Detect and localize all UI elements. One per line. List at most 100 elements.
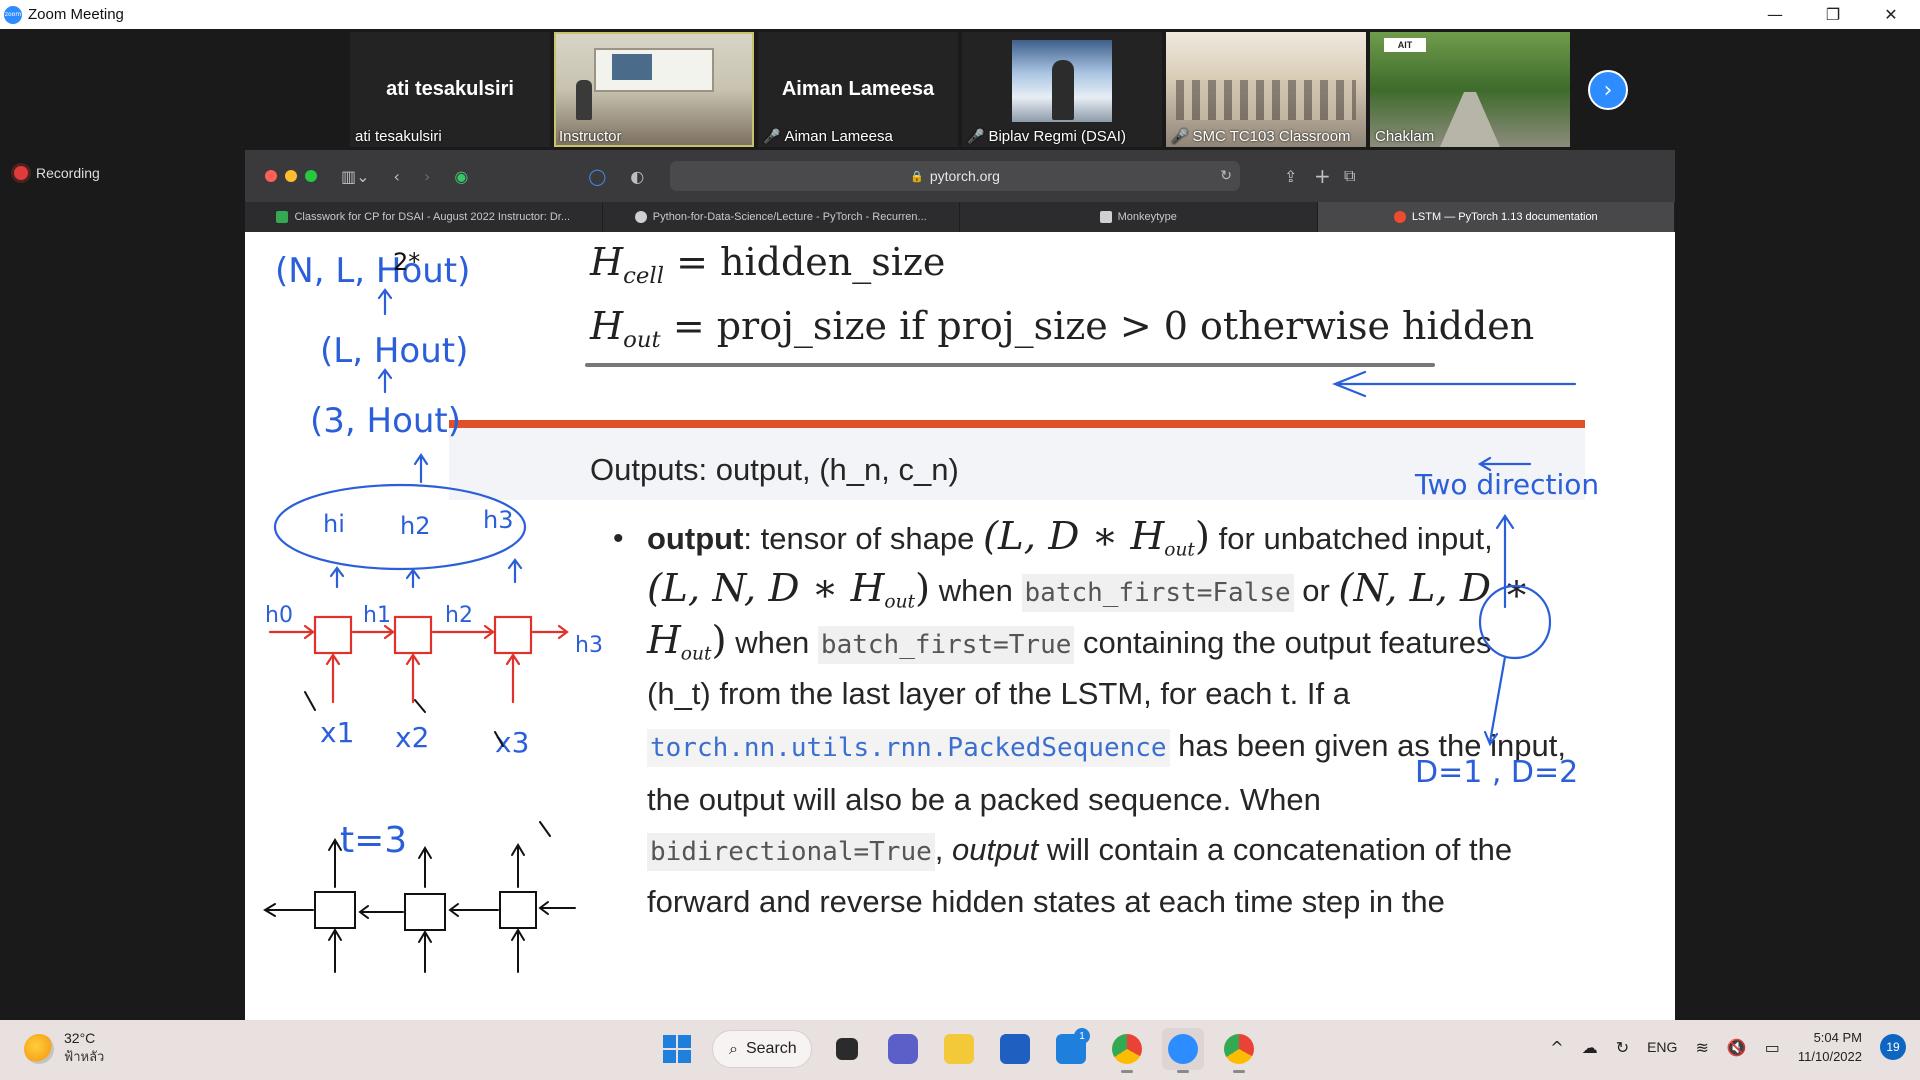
reload-icon[interactable]: ↻	[1220, 168, 1232, 184]
clock-date: 11/10/2022	[1797, 1049, 1862, 1064]
shield-icon[interactable]: ◐	[630, 167, 644, 186]
classroom-icon	[276, 211, 289, 223]
weather-widget[interactable]: 32°C ฟ้าหลัว	[24, 1030, 104, 1067]
tab-overview-icon[interactable]: ⧉	[1344, 166, 1355, 186]
onedrive-icon[interactable]: ☁	[1582, 1038, 1598, 1057]
volume-muted-icon[interactable]: 🔇	[1727, 1038, 1747, 1057]
language-indicator[interactable]: ENG	[1647, 1039, 1677, 1055]
taskbar-apps: ⌕ Search 1	[656, 1028, 1260, 1073]
taskbar-search[interactable]: ⌕ Search	[712, 1030, 812, 1068]
ink-h-label: hi	[323, 510, 345, 538]
zoom-logo-icon: zoom	[4, 5, 22, 24]
ink-h1: h1	[363, 603, 391, 628]
ink-h-label: h2	[400, 512, 430, 540]
search-label: Search	[745, 1040, 797, 1057]
browser-tab-bar: Classwork for CP for DSAI - August 2022 …	[245, 202, 1675, 232]
lock-icon: 🔒	[910, 169, 924, 183]
minimize-button[interactable]: —	[1746, 0, 1804, 29]
share-icon[interactable]: ⇪	[1284, 167, 1297, 186]
address-bar[interactable]: 🔒 pytorch.org ↻	[670, 161, 1240, 191]
mail-badge: 1	[1074, 1028, 1090, 1044]
browser-tab[interactable]: Monkeytype	[960, 202, 1318, 232]
new-tab-icon[interactable]: +	[1314, 164, 1331, 188]
windows-logo-icon	[663, 1035, 691, 1063]
mail-button[interactable]: 1	[1050, 1028, 1092, 1070]
url-text: pytorch.org	[929, 168, 1000, 184]
participant-tile[interactable]: ati tesakulsiri ati tesakulsiri	[350, 32, 550, 147]
start-button[interactable]	[656, 1028, 698, 1070]
close-button[interactable]: ✕	[1862, 0, 1920, 29]
participant-name-text: ati tesakulsiri	[355, 128, 442, 145]
video-person	[1052, 60, 1074, 120]
participant-name: Instructor	[559, 128, 622, 145]
ink-h0: h0	[265, 603, 293, 628]
ink-h2: h2	[445, 603, 473, 628]
zoom-dot-icon[interactable]	[305, 170, 317, 182]
privacy-icon[interactable]: ◯	[588, 167, 606, 186]
ink-two-star: 2*	[393, 248, 420, 276]
shared-screen: ▥⌄ ‹ › ◉ ◯ ◐ 🔒 pytorch.org ↻ ⇪ + ⧉ Class…	[245, 150, 1675, 1020]
tab-title: Monkeytype	[1117, 211, 1177, 223]
ink-h-label: h3	[483, 506, 513, 534]
browser-tab[interactable]: Python-for-Data-Science/Lecture - PyTorc…	[603, 202, 960, 232]
weather-temperature: 32°C	[64, 1030, 96, 1046]
next-participants-button[interactable]: ›	[1588, 70, 1628, 110]
minimize-dot-icon[interactable]	[285, 170, 297, 182]
extension-icon[interactable]: ◉	[454, 167, 468, 186]
ink-t-equals: t=3	[340, 820, 407, 861]
tab-title: LSTM — PyTorch 1.13 documentation	[1411, 211, 1598, 223]
participant-name-text: Chaklam	[1375, 128, 1435, 145]
ink-x-label: x1	[320, 716, 354, 749]
task-view-button[interactable]	[826, 1028, 868, 1070]
file-explorer-button[interactable]	[938, 1028, 980, 1070]
monkeytype-icon	[1099, 211, 1112, 223]
participant-tile-video[interactable]: 🎤 Biplav Regmi (DSAI)	[962, 32, 1162, 147]
close-dot-icon[interactable]	[265, 170, 277, 182]
chat-button[interactable]	[882, 1028, 924, 1070]
chrome-profile-button[interactable]	[1218, 1028, 1260, 1073]
back-icon[interactable]: ‹	[394, 167, 400, 186]
github-icon	[634, 211, 647, 223]
participant-name-text: Biplav Regmi (DSAI)	[988, 128, 1126, 145]
restore-button[interactable]: ❐	[1804, 0, 1862, 29]
participant-tile-video[interactable]: AIT Chaklam	[1370, 32, 1570, 147]
video-road	[1440, 92, 1500, 147]
recording-indicator[interactable]: Recording	[14, 165, 100, 181]
system-tray: ^ ☁ ↻ ENG ≋ 🔇 ▭ 5:04 PM 11/10/2022 19	[1550, 1028, 1906, 1066]
store-button[interactable]	[994, 1028, 1036, 1070]
forward-icon[interactable]: ›	[424, 167, 430, 186]
ink-shape-low: (3, Hout)	[310, 401, 461, 441]
chevron-up-icon[interactable]: ^	[1550, 1038, 1563, 1057]
ink-h3: h3	[575, 633, 603, 658]
title-bar: zoom Zoom Meeting — ❐ ✕	[0, 0, 1920, 29]
participant-name-text: Instructor	[559, 128, 622, 145]
zoom-button[interactable]	[1162, 1028, 1204, 1073]
weather-description: ฟ้าหลัว	[64, 1049, 105, 1064]
tab-title: Python-for-Data-Science/Lecture - PyTorc…	[652, 211, 927, 223]
ink-two-direction: Two direction	[1414, 468, 1599, 501]
video-logo: AIT	[1384, 38, 1426, 52]
window-controls: — ❐ ✕	[1746, 0, 1920, 29]
notification-badge[interactable]: 19	[1880, 1034, 1906, 1060]
chevron-right-icon: ›	[1603, 77, 1613, 103]
doc-page: Hcell = hidden_size Hout = proj_size if …	[245, 232, 1675, 1020]
participant-name: ati tesakulsiri	[355, 128, 442, 145]
video-classroom-rows	[1176, 80, 1356, 120]
battery-icon[interactable]: ▭	[1765, 1038, 1780, 1057]
wifi-icon[interactable]: ≋	[1695, 1038, 1708, 1057]
participant-tile-video[interactable]: Instructor	[554, 32, 754, 147]
participant-name: 🎤 Biplav Regmi (DSAI)	[967, 128, 1126, 145]
sidebar-icon[interactable]: ▥⌄	[341, 167, 370, 186]
sync-icon[interactable]: ↻	[1616, 1038, 1629, 1057]
clock[interactable]: 5:04 PM 11/10/2022	[1798, 1028, 1862, 1066]
browser-toolbar: ▥⌄ ‹ › ◉ ◯ ◐ 🔒 pytorch.org ↻ ⇪ + ⧉	[245, 150, 1675, 202]
participant-tile[interactable]: Aiman Lameesa 🎤 Aiman Lameesa	[758, 32, 958, 147]
browser-tab[interactable]: Classwork for CP for DSAI - August 2022 …	[245, 202, 603, 232]
chrome-icon	[1224, 1034, 1254, 1064]
browser-tab-active[interactable]: LSTM — PyTorch 1.13 documentation	[1317, 202, 1675, 232]
chrome-icon	[1112, 1034, 1142, 1064]
chrome-button[interactable]	[1106, 1028, 1148, 1073]
participant-tile-video[interactable]: 🎤 SMC TC103 Classroom	[1166, 32, 1366, 147]
annotation-ink-layer: (N, L, Hout) 2* (L, Hout) (3, Hout) hi h…	[263, 248, 1599, 973]
folder-icon	[944, 1034, 974, 1064]
